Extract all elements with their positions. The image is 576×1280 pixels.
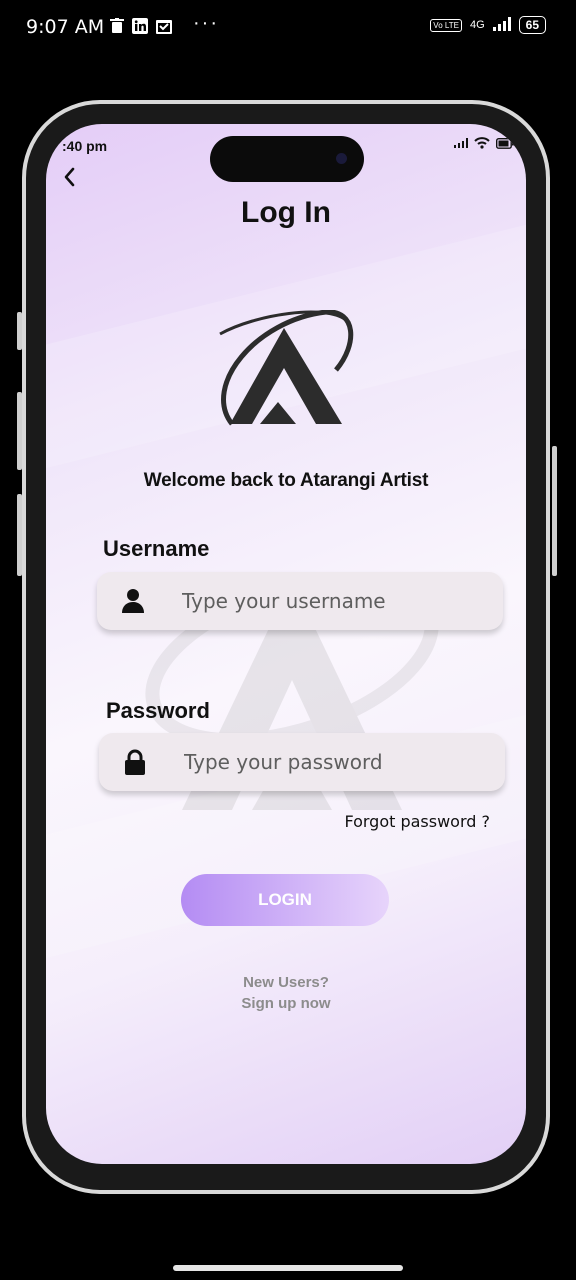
signal-icon <box>492 16 511 34</box>
linkedin-notification-icon <box>132 18 148 39</box>
chevron-left-icon <box>64 167 75 187</box>
username-field[interactable] <box>97 572 503 630</box>
dynamic-island <box>210 136 364 182</box>
sign-up-link[interactable]: Sign up now <box>46 995 526 1012</box>
app-screen: :40 pm Log In Welcome back to Atarangi A… <box>46 124 526 1164</box>
app-status-icons <box>454 137 514 149</box>
system-right-icons: Vo LTE 4G 65 <box>430 16 546 34</box>
network-type: 4G <box>469 19 485 31</box>
new-users-text: New Users? <box>243 974 329 991</box>
wifi-icon <box>474 137 490 149</box>
cellular-icon <box>454 138 468 148</box>
lock-icon <box>125 749 145 775</box>
user-icon <box>122 589 144 613</box>
forgot-password-link[interactable]: Forgot password ? <box>344 812 490 831</box>
battery-icon <box>496 137 514 149</box>
power-button <box>552 446 557 576</box>
password-input[interactable] <box>184 750 464 774</box>
app-status-time: :40 pm <box>62 138 108 154</box>
camera-dot <box>336 153 347 164</box>
username-label: Username <box>103 536 210 561</box>
home-indicator <box>173 1265 403 1271</box>
welcome-message: Welcome back to Atarangi Artist <box>143 470 429 491</box>
calendar-notification-icon <box>156 18 172 39</box>
login-button[interactable]: LOGIN <box>181 874 389 926</box>
trash-notification-icon <box>110 18 124 39</box>
system-time: 9:07 AM <box>26 16 105 38</box>
notification-icons <box>110 18 172 39</box>
battery-indicator: 65 <box>518 16 546 34</box>
back-button[interactable] <box>60 164 80 190</box>
page-title: Log In <box>241 196 331 229</box>
side-button <box>17 392 22 470</box>
side-button <box>17 312 22 350</box>
atarangi-logo <box>219 310 354 426</box>
password-label: Password <box>106 698 210 723</box>
more-notifications-icon: ··· <box>193 12 219 34</box>
system-status-bar: 9:07 AM ··· Vo LTE 4G 65 <box>0 0 576 56</box>
password-field[interactable] <box>99 733 505 791</box>
volte-badge: Vo LTE <box>430 18 462 32</box>
side-button <box>17 494 22 576</box>
username-input[interactable] <box>182 589 462 613</box>
